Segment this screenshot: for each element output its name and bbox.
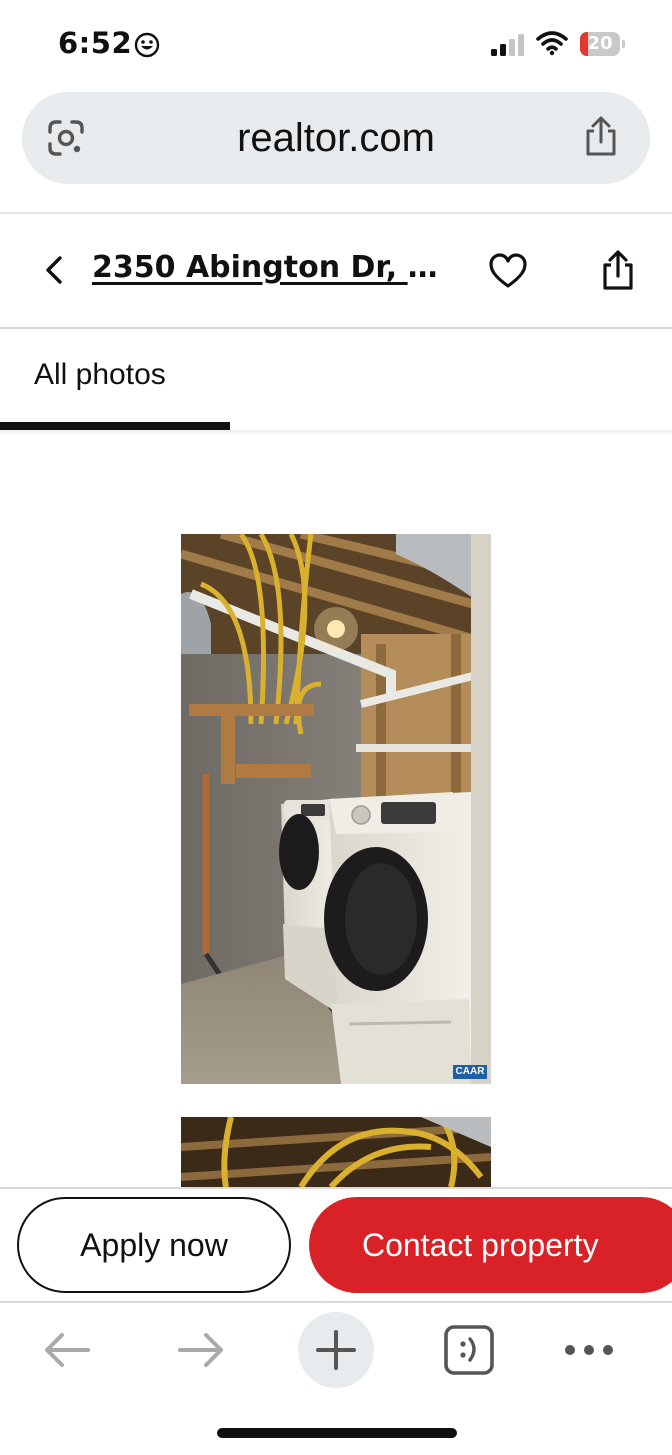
forward-arrow-icon[interactable]: [176, 1330, 226, 1370]
status-time: 6:52: [58, 26, 133, 60]
wifi-icon: [536, 31, 568, 56]
contact-property-button[interactable]: Contact property: [309, 1197, 672, 1293]
share-icon[interactable]: [582, 116, 620, 158]
ceiling-photo-illustration: [181, 1117, 491, 1187]
new-tab-button[interactable]: [298, 1312, 374, 1388]
url-bar[interactable]: realtor.com: [22, 92, 650, 184]
divider: [0, 327, 672, 329]
back-chevron-icon[interactable]: [40, 252, 70, 288]
listing-photo-ceiling[interactable]: [181, 1117, 491, 1187]
tabs-shadow: [0, 430, 672, 436]
heart-icon[interactable]: [488, 252, 528, 290]
url-text[interactable]: realtor.com: [22, 92, 650, 184]
listing-photo-laundry[interactable]: [181, 534, 491, 1084]
battery-body: 20: [580, 32, 620, 56]
home-indicator: [217, 1428, 457, 1438]
battery-cap: [622, 40, 625, 48]
tab-active-indicator: [0, 422, 230, 430]
apply-now-button[interactable]: Apply now: [17, 1197, 291, 1293]
battery-icon: 20: [580, 32, 626, 56]
caar-watermark: CAAR: [453, 1065, 487, 1079]
listing-address-link[interactable]: 2350 Abington Dr, C...: [92, 248, 452, 288]
status-bar: 6:52 20: [0, 0, 672, 90]
tab-switcher-icon[interactable]: [443, 1324, 495, 1376]
tab-label[interactable]: All photos: [34, 358, 166, 392]
smiley-icon: [134, 32, 160, 58]
plus-icon: [316, 1330, 356, 1370]
laundry-photo-illustration: [181, 534, 491, 1084]
share-icon[interactable]: [598, 250, 638, 292]
divider: [0, 212, 672, 214]
battery-level: 20: [587, 33, 613, 54]
more-dots-icon[interactable]: [562, 1340, 616, 1360]
back-arrow-icon[interactable]: [42, 1330, 92, 1370]
google-lens-icon[interactable]: [46, 118, 86, 158]
cellular-signal-icon: [491, 34, 524, 56]
